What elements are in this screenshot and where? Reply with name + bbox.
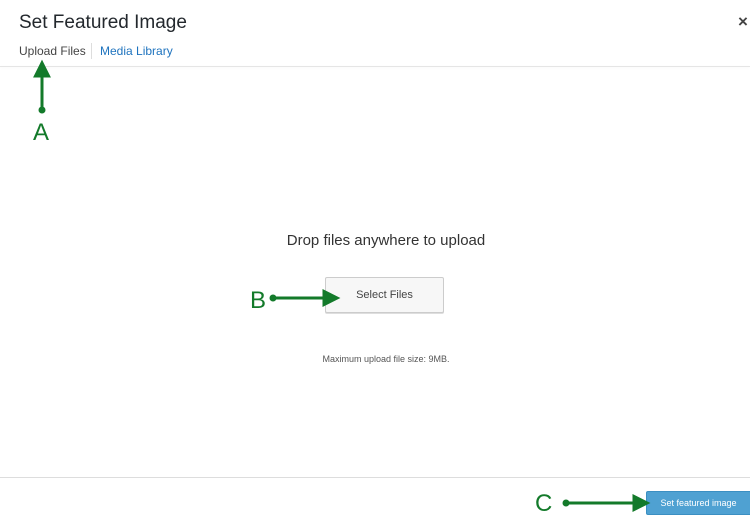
annotation-arrow-a [33, 59, 51, 114]
header-divider [0, 66, 750, 67]
tab-media-library[interactable]: Media Library [100, 44, 173, 58]
annotation-overlay [33, 59, 651, 512]
close-icon[interactable]: × [738, 12, 748, 32]
max-upload-size-text: Maximum upload file size: 9MB. [322, 354, 450, 364]
drop-zone-heading: Drop files anywhere to upload [286, 232, 486, 249]
footer-divider [0, 477, 750, 478]
annotation-label-c: C [535, 490, 553, 517]
dialog-title: Set Featured Image [19, 12, 187, 33]
annotation-label-b: B [250, 287, 267, 314]
top-strip [0, 0, 750, 5]
tab-upload-files[interactable]: Upload Files [19, 44, 86, 58]
select-files-button[interactable]: Select Files [325, 277, 444, 313]
tab-bar: Upload Files Media Library [0, 40, 750, 66]
annotation-arrow-c [562, 494, 651, 512]
set-featured-image-button[interactable]: Set featured image [646, 491, 750, 515]
annotation-arrow-b [269, 289, 341, 307]
annotation-label-a: A [33, 119, 50, 146]
tab-divider [91, 43, 92, 59]
